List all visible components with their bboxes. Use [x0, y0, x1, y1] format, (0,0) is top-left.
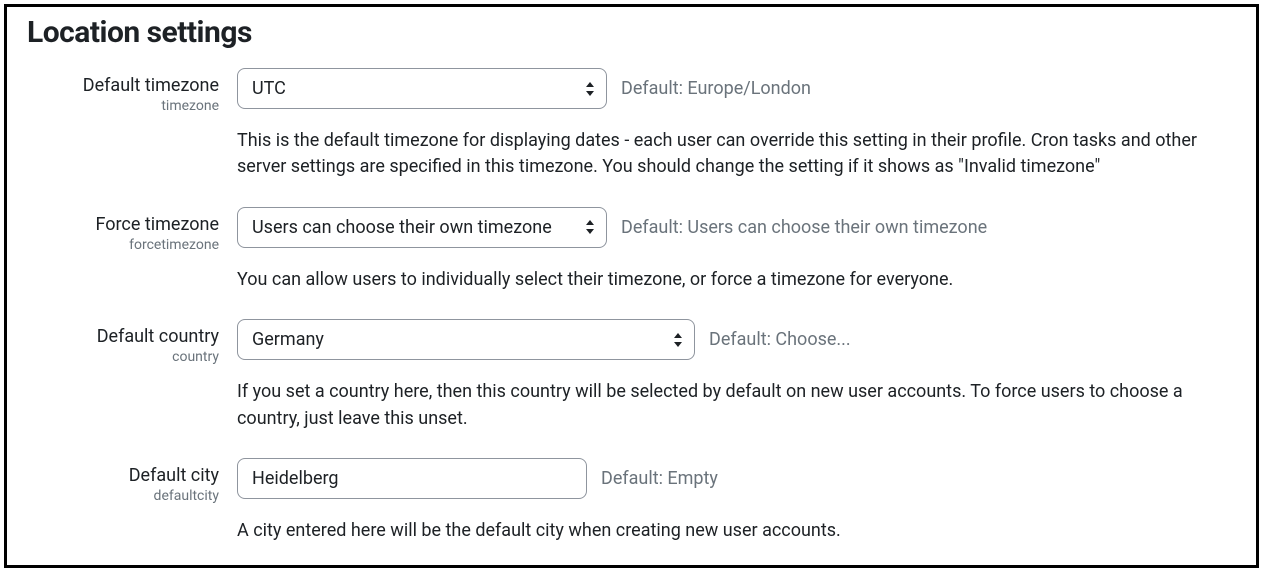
- setting-label: Default timezone: [27, 74, 219, 97]
- forcetimezone-select-wrapper: Users can choose their own timezone: [237, 207, 607, 248]
- setting-control-col: Users can choose their own timezone Defa…: [237, 207, 1236, 248]
- setting-row-defaultcity: Default city defaultcity Default: Empty: [27, 458, 1236, 504]
- setting-name: forcetimezone: [27, 237, 219, 253]
- country-select-wrapper: Germany: [237, 319, 695, 360]
- setting-label-col: Default city defaultcity: [27, 458, 237, 504]
- setting-name: timezone: [27, 98, 219, 114]
- timezone-select[interactable]: UTC: [237, 68, 607, 109]
- default-hint: Default: Europe/London: [621, 78, 811, 99]
- setting-description: This is the default timezone for display…: [237, 128, 1236, 180]
- default-hint: Default: Empty: [601, 468, 718, 489]
- settings-panel: Location settings Default timezone timez…: [4, 4, 1259, 568]
- defaultcity-input[interactable]: [237, 458, 587, 499]
- page-title: Location settings: [27, 15, 1236, 50]
- setting-control-col: UTC Default: Europe/London: [237, 68, 1236, 109]
- default-hint: Default: Choose...: [709, 329, 851, 350]
- setting-label: Force timezone: [27, 213, 219, 236]
- setting-description: If you set a country here, then this cou…: [237, 379, 1236, 431]
- setting-row-timezone: Default timezone timezone UTC Default: E…: [27, 68, 1236, 114]
- setting-description: A city entered here will be the default …: [237, 518, 1236, 544]
- setting-control-col: Default: Empty: [237, 458, 1236, 499]
- setting-name: country: [27, 349, 219, 365]
- setting-label-col: Force timezone forcetimezone: [27, 207, 237, 253]
- forcetimezone-select[interactable]: Users can choose their own timezone: [237, 207, 607, 248]
- default-hint: Default: Users can choose their own time…: [621, 217, 987, 238]
- setting-label: Default city: [27, 464, 219, 487]
- setting-label: Default country: [27, 325, 219, 348]
- setting-label-col: Default timezone timezone: [27, 68, 237, 114]
- timezone-select-wrapper: UTC: [237, 68, 607, 109]
- country-select[interactable]: Germany: [237, 319, 695, 360]
- setting-description: You can allow users to individually sele…: [237, 267, 1236, 293]
- setting-row-forcetimezone: Force timezone forcetimezone Users can c…: [27, 207, 1236, 253]
- setting-label-col: Default country country: [27, 319, 237, 365]
- setting-name: defaultcity: [27, 488, 219, 504]
- setting-control-col: Germany Default: Choose...: [237, 319, 1236, 360]
- setting-row-country: Default country country Germany Default:…: [27, 319, 1236, 365]
